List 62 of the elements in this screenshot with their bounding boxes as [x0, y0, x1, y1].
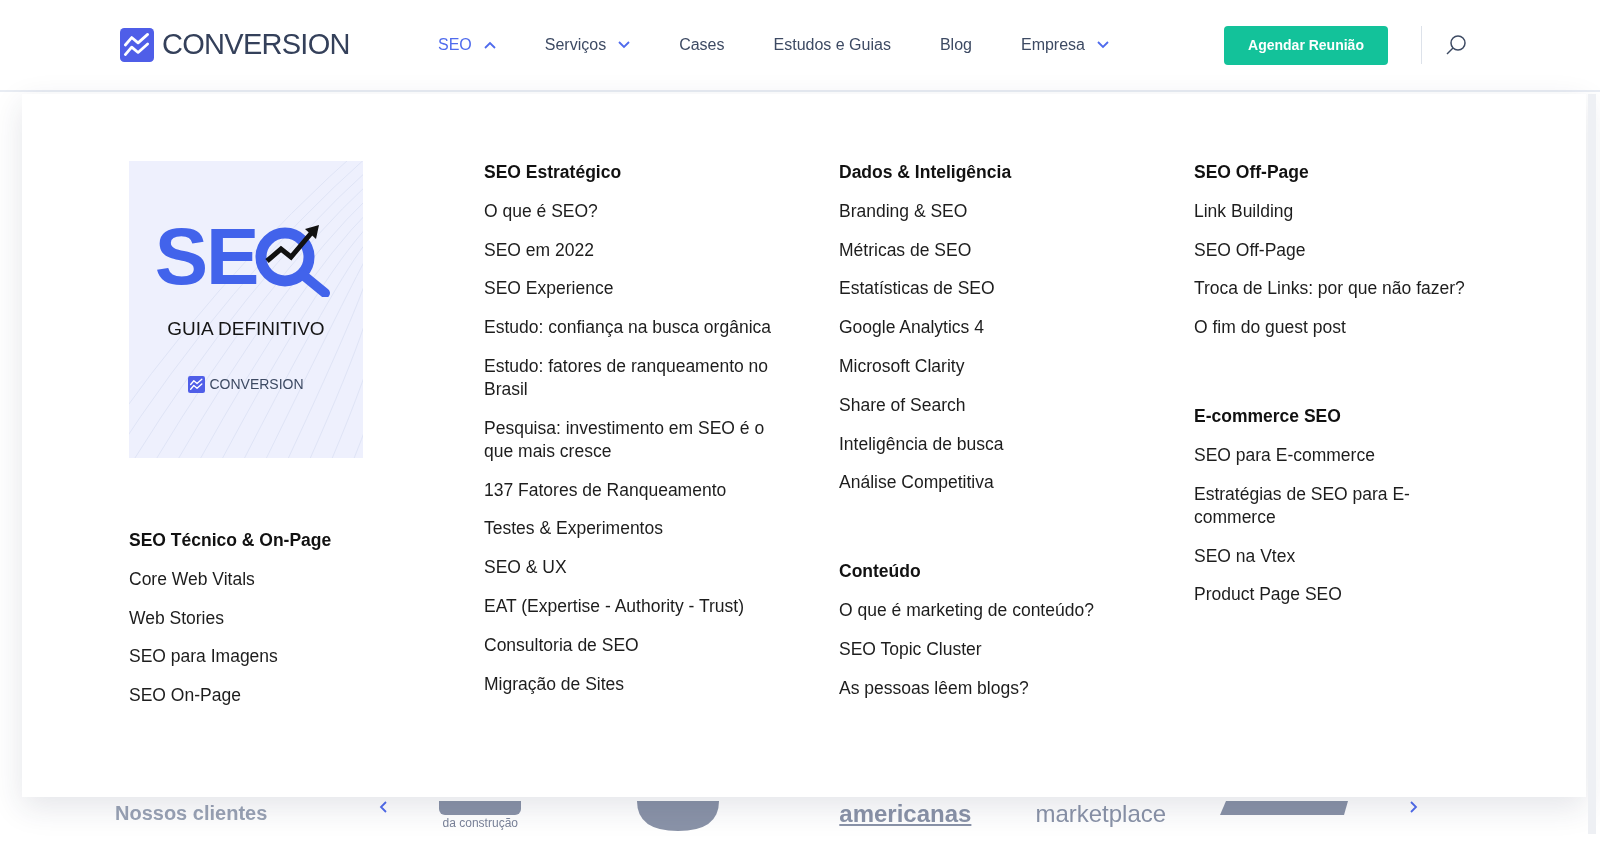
client-logo-icon — [635, 801, 722, 831]
menu-link[interactable]: SEO para Imagens — [129, 645, 417, 669]
card-brand: CONVERSION — [209, 374, 304, 394]
group-heading: Conteúdo — [839, 560, 922, 584]
group-heading: E-commerce SEO — [1194, 405, 1342, 429]
menu-link[interactable]: Microsoft Clarity — [839, 355, 1127, 378]
client-logo: americanas — [839, 801, 972, 827]
menu-link[interactable]: Estratégias de SEO para E-commerce — [1194, 482, 1482, 529]
client-logo-icon — [1220, 801, 1351, 815]
nav-link[interactable]: SEO — [438, 33, 496, 57]
clients-title: Nossos clientes — [115, 801, 268, 825]
group-heading: SEO Off-Page — [1194, 161, 1310, 184]
menu-link[interactable]: Branding & SEO — [839, 199, 1127, 223]
menu-link[interactable]: SEO na Vtex — [1194, 544, 1482, 568]
menu-link[interactable]: Análise Competitiva — [839, 471, 1127, 495]
menu-link[interactable]: SEO Off-Page — [1194, 238, 1482, 262]
menu-link[interactable]: SEO em 2022 — [484, 238, 772, 262]
group-heading: Dados & Inteligência — [839, 161, 1013, 184]
menu-link[interactable]: Product Page SEO — [1194, 583, 1482, 607]
menu-link[interactable]: Core Web Vitals — [129, 567, 417, 591]
menu-link[interactable]: Inteligência de busca — [839, 432, 1127, 456]
nav-link[interactable]: Empresa — [1020, 33, 1109, 57]
guide-card[interactable]: SE GUIA DEFINITIVO CONVERSION — [129, 161, 363, 458]
group-heading: SEO Técnico & On-Page — [129, 529, 333, 552]
menu-link[interactable]: SEO Topic Cluster — [839, 637, 1127, 661]
menu-link[interactable]: Share of Search — [839, 393, 1127, 417]
menu-link[interactable]: Web Stories — [129, 606, 417, 630]
logo-icon — [120, 28, 154, 62]
menu-link[interactable]: Migração de Sites — [484, 672, 772, 696]
menu-link[interactable]: O que é marketing de conteúdo? — [839, 599, 1127, 623]
menu-link[interactable]: SEO On-Page — [129, 684, 417, 708]
card-subtitle: GUIA DEFINITIVO — [167, 317, 325, 341]
nav-link[interactable]: Blog — [939, 33, 972, 57]
client-logo-icon — [439, 801, 522, 815]
menu-link[interactable]: Google Analytics 4 — [839, 316, 1127, 340]
menu-link[interactable]: 137 Fatores de Ranqueamento — [484, 478, 772, 502]
group-heading: SEO Estratégico — [484, 161, 623, 184]
client-caption: da construção — [442, 816, 518, 830]
menu-link[interactable]: Testes & Experimentos — [484, 517, 772, 541]
nav-link[interactable]: Serviços — [544, 33, 631, 57]
menu-link[interactable]: O fim do guest post — [1194, 316, 1482, 340]
brand-name: CONVERSION — [162, 27, 350, 63]
menu-link[interactable]: EAT (Expertise - Authority - Trust) — [484, 594, 772, 618]
nav-link[interactable]: Estudos e Guias — [773, 33, 891, 57]
card-title: SE — [154, 217, 258, 297]
menu-link[interactable]: O que é SEO? — [484, 199, 772, 223]
menu-link[interactable]: As pessoas lêem blogs? — [839, 676, 1127, 700]
menu-link[interactable]: Métricas de SEO — [839, 238, 1127, 262]
menu-link[interactable]: Estudo: fatores de ranqueamento no Brasil — [484, 355, 772, 401]
menu-link[interactable]: SEO & UX — [484, 556, 772, 580]
menu-link[interactable]: Estudo: confiança na busca orgânica — [484, 316, 772, 340]
logo-icon — [188, 375, 206, 393]
nav-link[interactable]: Cases — [679, 33, 725, 57]
client-logo: marketplace — [1035, 801, 1167, 827]
search-icon[interactable] — [1445, 34, 1467, 56]
menu-link[interactable]: Estatísticas de SEO — [839, 277, 1127, 301]
menu-link[interactable]: SEO Experience — [484, 277, 772, 301]
menu-link[interactable]: Troca de Links: por que não fazer? — [1194, 277, 1482, 301]
menu-link[interactable]: Consultoria de SEO — [484, 633, 772, 657]
menu-link[interactable]: SEO para E-commerce — [1194, 444, 1482, 467]
menu-link[interactable]: Link Building — [1194, 199, 1482, 223]
menu-link[interactable]: Pesquisa: investimento em SEO é o que mais cresce — [484, 416, 772, 463]
